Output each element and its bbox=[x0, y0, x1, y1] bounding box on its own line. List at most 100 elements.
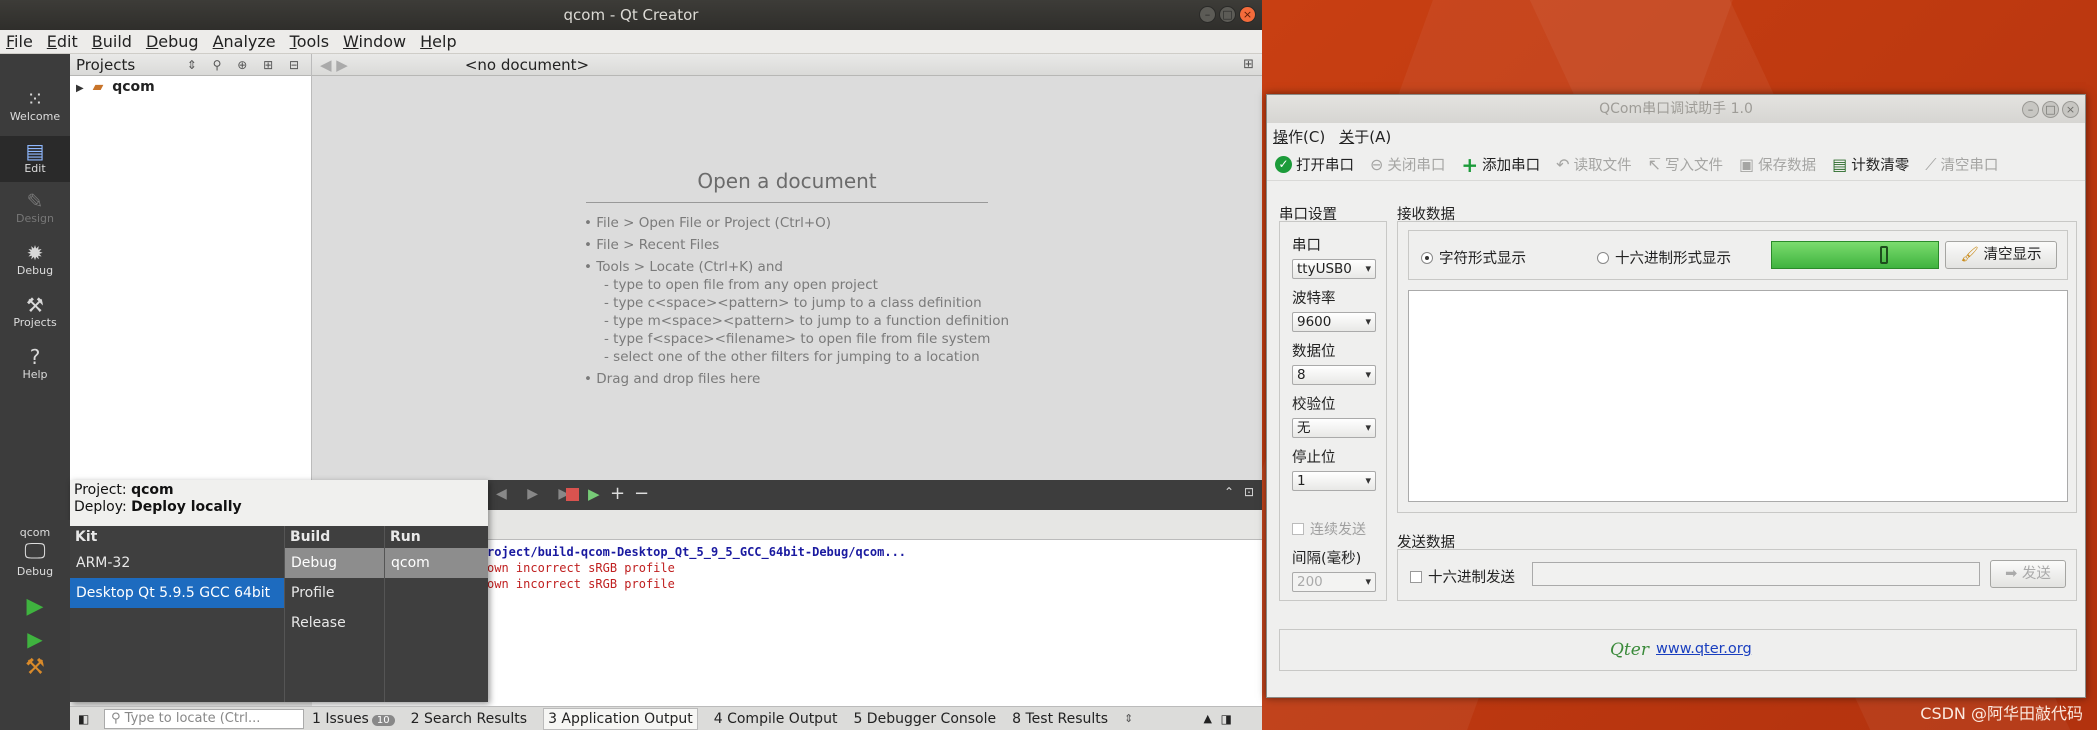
hint-line: - type to open file from any open projec… bbox=[604, 277, 878, 293]
send-button[interactable]: ➡ 发送 bbox=[1990, 560, 2066, 588]
mode-debug[interactable]: ✹ Debug bbox=[0, 242, 70, 277]
mode-design[interactable]: ✎ Design bbox=[0, 190, 70, 225]
tab-test-results[interactable]: 8 Test Results bbox=[1012, 711, 1108, 727]
rerun-icon[interactable]: ▶ bbox=[588, 485, 600, 503]
qcom-menu-bar: 操作(C) 关于(A) bbox=[1267, 123, 2085, 149]
debug-run-icon[interactable]: ▶ bbox=[0, 627, 70, 651]
tab-debugger-console[interactable]: 5 Debugger Console bbox=[853, 711, 996, 727]
run-header: Run bbox=[390, 529, 421, 545]
divider bbox=[586, 202, 988, 203]
clear-port-button[interactable]: ⟋ 清空串口 bbox=[1925, 154, 1998, 175]
menu-tools[interactable]: Tools bbox=[290, 32, 329, 51]
qcom-maximize-button[interactable]: □ bbox=[2042, 101, 2059, 118]
project-name: qcom bbox=[131, 482, 174, 498]
hint-line: - type f<space><filename> to open file f… bbox=[604, 331, 991, 347]
run-icon[interactable]: ▶ bbox=[0, 594, 70, 619]
menu-about[interactable]: 关于(A) bbox=[1339, 126, 1391, 147]
kit-column: Kit ARM-32 Desktop Qt 5.9.5 GCC 64bit bbox=[70, 526, 284, 702]
qcom-minimize-button[interactable]: – bbox=[2022, 101, 2039, 118]
continuous-send-checkbox[interactable]: 连续发送 bbox=[1292, 519, 1386, 539]
mode-edit[interactable]: ▤ Edit bbox=[0, 136, 70, 182]
projects-pane-title[interactable]: Projects bbox=[76, 56, 135, 74]
close-pane-icon[interactable]: ⊡ bbox=[1244, 485, 1254, 499]
interval-spinbox[interactable]: 200 bbox=[1292, 572, 1376, 592]
serial-settings-group: 串口 ttyUSB0 波特率 9600 数据位 8 校验位 无 停止位 1 连续… bbox=[1279, 221, 1387, 601]
menu-debug[interactable]: Debug bbox=[146, 32, 199, 51]
menu-build[interactable]: Build bbox=[92, 32, 132, 51]
nav-arrows-icon[interactable]: ◀ ▶ bbox=[320, 54, 348, 76]
build-item-profile[interactable]: Profile bbox=[285, 578, 384, 608]
display-options: 字符形式显示 十六进制形式显示 🖌 清空显示 bbox=[1408, 230, 2068, 280]
menu-edit[interactable]: Edit bbox=[47, 32, 78, 51]
mode-welcome[interactable]: ⁙ Welcome bbox=[0, 88, 70, 123]
qcom-close-button[interactable]: × bbox=[2062, 101, 2079, 118]
locate-input[interactable]: ⚲ Type to locate (Ctrl... bbox=[104, 708, 304, 729]
split-icon[interactable]: ⊞ bbox=[1243, 54, 1254, 76]
port-select[interactable]: ttyUSB0 bbox=[1292, 259, 1376, 279]
build-item-release[interactable]: Release bbox=[285, 608, 384, 638]
sidebar-toggle-icon[interactable]: ◧ bbox=[78, 712, 89, 726]
tab-application-output[interactable]: 3 Application Output bbox=[543, 707, 698, 730]
data-bits-select[interactable]: 8 bbox=[1292, 365, 1376, 385]
add-port-button[interactable]: + 添加串口 bbox=[1461, 153, 1540, 177]
close-port-button[interactable]: ⊖ 关闭串口 bbox=[1370, 154, 1445, 175]
add-icon[interactable]: + bbox=[610, 483, 625, 504]
monitor-icon[interactable]: 🖵 bbox=[0, 539, 70, 565]
hex-mode-radio[interactable]: 十六进制形式显示 bbox=[1597, 247, 1731, 268]
remove-icon[interactable]: − bbox=[634, 483, 649, 504]
minimize-button[interactable]: – bbox=[1199, 6, 1216, 23]
project-tree-item[interactable]: qcom bbox=[112, 79, 155, 95]
toolbar-label: 写入文件 bbox=[1664, 158, 1723, 174]
run-item-qcom[interactable]: qcom bbox=[385, 548, 488, 578]
output-pane-toggle-icon[interactable]: ◨ bbox=[1221, 712, 1232, 726]
tab-overflow-icon[interactable]: ⇕ bbox=[1124, 712, 1133, 725]
maximize-button[interactable]: □ bbox=[1219, 6, 1236, 23]
reset-counter-button[interactable]: ▤ 计数清零 bbox=[1832, 154, 1909, 175]
mode-projects[interactable]: ⚒ Projects bbox=[0, 294, 70, 329]
brush-icon: 🖌 bbox=[1960, 247, 1979, 263]
qter-link[interactable]: www.qter.org bbox=[1656, 641, 1752, 657]
menu-window[interactable]: Window bbox=[343, 32, 406, 51]
menu-help[interactable]: Help bbox=[420, 32, 456, 51]
interval-label: 间隔(毫秒) bbox=[1292, 551, 1362, 567]
stop-bits-select[interactable]: 1 bbox=[1292, 471, 1376, 491]
menu-operate[interactable]: 操作(C) bbox=[1273, 126, 1325, 147]
hex-send-checkbox[interactable]: 十六进制发送 bbox=[1410, 566, 1515, 587]
write-file-button[interactable]: ↸ 写入文件 bbox=[1648, 154, 1723, 175]
counter-icon: ▤ bbox=[1832, 155, 1848, 174]
clear-display-button[interactable]: 🖌 清空显示 bbox=[1945, 241, 2057, 269]
pane-tools[interactable]: ⇕ ⚲ ⊕ ⊞ ⊟ bbox=[187, 54, 305, 76]
menu-bar: File Edit Build Debug Analyze Tools Wind… bbox=[0, 30, 1262, 54]
kit-item-desktop[interactable]: Desktop Qt 5.9.5 GCC 64bit bbox=[70, 578, 284, 608]
close-button[interactable]: × bbox=[1239, 6, 1256, 23]
parity-select[interactable]: 无 bbox=[1292, 418, 1376, 438]
up-arrow-icon[interactable]: ▲ bbox=[1204, 712, 1212, 725]
tab-compile-output[interactable]: 4 Compile Output bbox=[714, 711, 838, 727]
kit-selector-popup: Project: qcom Deploy: Deploy locally Kit… bbox=[70, 480, 488, 702]
open-port-button[interactable]: ✓ 打开串口 bbox=[1275, 154, 1354, 175]
save-data-button[interactable]: ▣ 保存数据 bbox=[1739, 154, 1816, 175]
read-file-button[interactable]: ↶ 读取文件 bbox=[1556, 154, 1631, 175]
hammer-icon[interactable]: ⚒ bbox=[0, 655, 70, 680]
footer: Qter www.qter.org bbox=[1279, 629, 2077, 671]
mode-help[interactable]: ? Help bbox=[0, 346, 70, 381]
check-icon: ✓ bbox=[1275, 156, 1292, 173]
menu-file[interactable]: File bbox=[6, 32, 33, 51]
build-item-debug[interactable]: Debug bbox=[285, 548, 384, 578]
send-input[interactable] bbox=[1532, 562, 1980, 586]
kit-popup-header: Project: qcom Deploy: Deploy locally bbox=[70, 480, 488, 526]
char-mode-radio[interactable]: 字符形式显示 bbox=[1421, 247, 1526, 268]
target-mode-label: Debug bbox=[16, 565, 54, 578]
hint-line: • Drag and drop files here bbox=[584, 371, 761, 387]
document-selector[interactable]: <no document> bbox=[412, 54, 642, 76]
tab-search-results[interactable]: 2 Search Results bbox=[411, 711, 527, 727]
stop-icon[interactable] bbox=[566, 488, 579, 501]
tab-issues[interactable]: 1 Issues 10 bbox=[312, 711, 395, 727]
menu-analyze[interactable]: Analyze bbox=[213, 32, 276, 51]
kit-item-arm32[interactable]: ARM-32 bbox=[70, 548, 284, 578]
expand-arrow-icon[interactable]: ▶ bbox=[76, 83, 84, 94]
receive-textarea[interactable] bbox=[1408, 290, 2068, 502]
maximize-pane-icon[interactable]: ⌃ bbox=[1224, 485, 1234, 499]
hex-send-label: 十六进制发送 bbox=[1428, 570, 1515, 586]
baud-select[interactable]: 9600 bbox=[1292, 312, 1376, 332]
